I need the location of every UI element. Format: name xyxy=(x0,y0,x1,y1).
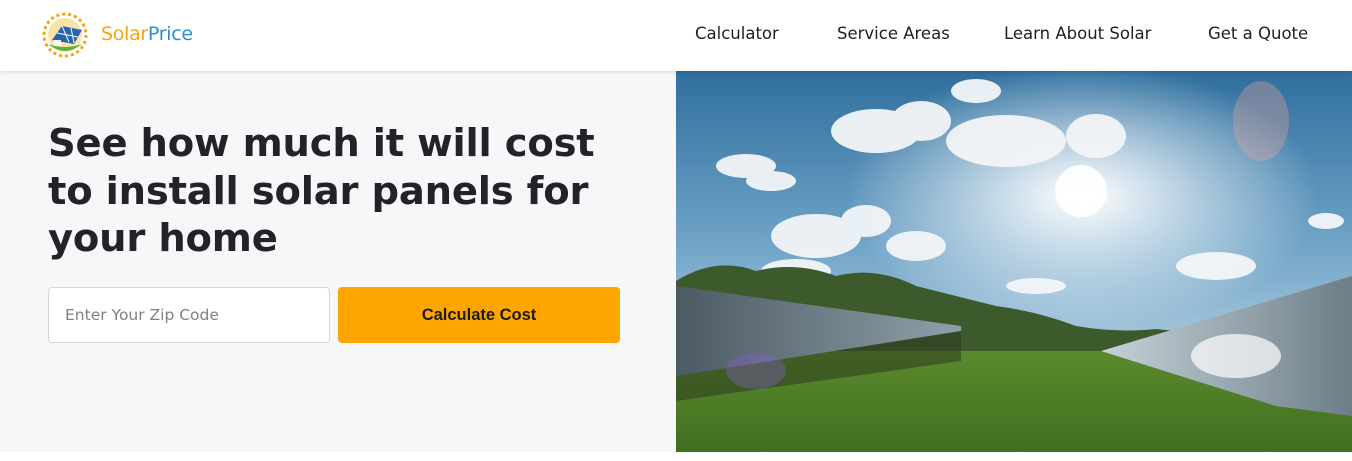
hero-title: See how much it will cost to install sol… xyxy=(48,121,595,261)
solar-house-logo-icon[interactable] xyxy=(40,10,90,60)
nav-item-calculator[interactable]: Calculator xyxy=(695,24,779,43)
site-header: SolarPrice Calculator Service Areas Lear… xyxy=(0,0,1352,71)
section-divider xyxy=(0,452,1352,461)
nav-item-get-a-quote[interactable]: Get a Quote xyxy=(1208,24,1308,43)
brand-name-price: Price xyxy=(147,23,193,45)
nav-item-learn-about-solar[interactable]: Learn About Solar xyxy=(1004,24,1151,43)
nav-item-service-areas[interactable]: Service Areas xyxy=(837,24,950,43)
brand-name-solar: Solar xyxy=(101,23,148,45)
brand-name[interactable]: SolarPrice xyxy=(101,23,193,45)
hero-image xyxy=(676,71,1352,452)
zip-code-input[interactable] xyxy=(48,287,330,343)
calculate-cost-button[interactable]: Calculate Cost xyxy=(338,287,620,343)
